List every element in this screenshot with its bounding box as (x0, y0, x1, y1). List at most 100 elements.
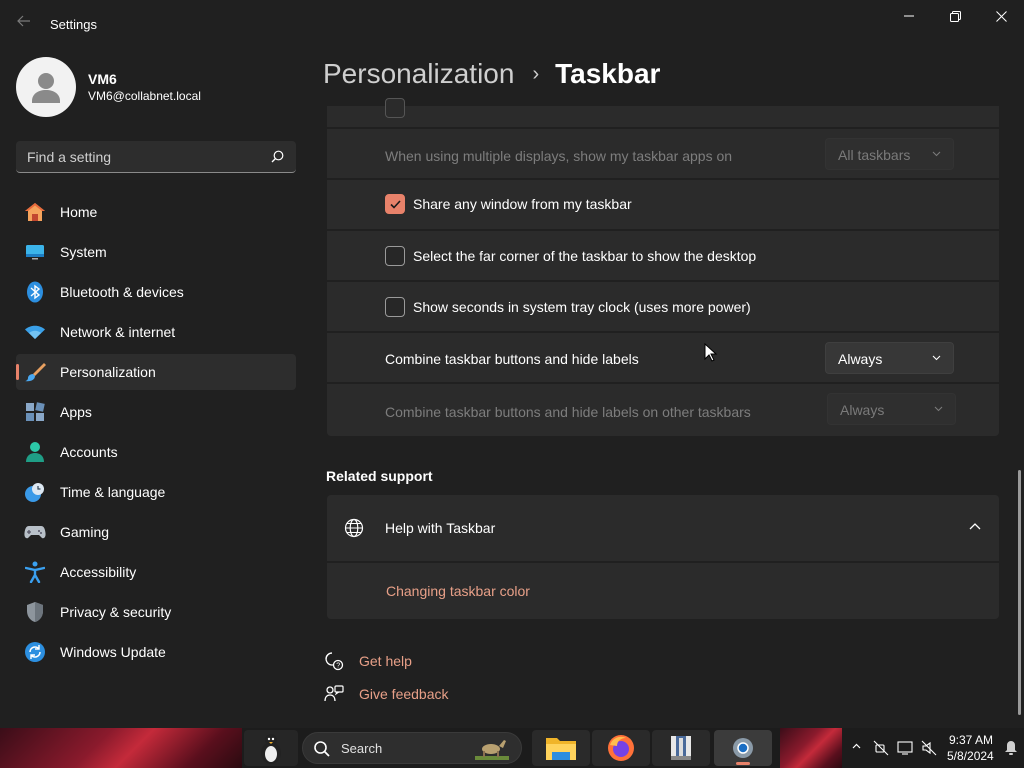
network-icon (24, 321, 46, 343)
taskbar-search-box[interactable]: Search (302, 732, 522, 764)
sidebar-item-label: Accounts (60, 444, 118, 460)
help-with-taskbar-body: Changing taskbar color (327, 563, 999, 619)
taskbar: Search 9:37 AM 5/8/2024 (0, 728, 1024, 768)
get-help-icon: ? (324, 651, 344, 671)
search-input[interactable] (16, 141, 256, 172)
tray-time: 9:37 AM (948, 733, 993, 747)
help-with-taskbar-header[interactable]: Help with Taskbar (327, 495, 999, 561)
tray-date: 5/8/2024 (947, 749, 994, 763)
sidebar-item-label: Home (60, 204, 98, 220)
sidebar-item-home[interactable]: Home (16, 194, 296, 230)
close-icon (995, 10, 1007, 22)
mouse-pointer-icon (704, 343, 718, 362)
avatar (16, 57, 76, 117)
sidebar-item-label: Windows Update (60, 644, 166, 660)
taskbar-settings-app[interactable] (714, 730, 772, 766)
sidebar-item-accounts[interactable]: Accounts (16, 434, 296, 470)
scrollbar-thumb[interactable] (1018, 470, 1021, 715)
get-help-label: Get help (359, 653, 412, 669)
multi-display-dropdown[interactable]: All taskbars (825, 138, 954, 170)
sidebar-item-personalization[interactable]: Personalization (16, 354, 296, 390)
share-window-row: Share any window from my taskbar (327, 180, 999, 229)
restore-icon (949, 10, 961, 22)
search-icon[interactable] (271, 150, 284, 163)
give-feedback-link[interactable]: Give feedback (324, 683, 449, 705)
taskbar-archive-app[interactable] (652, 730, 710, 766)
combine-value: Always (838, 351, 883, 367)
give-feedback-label: Give feedback (359, 686, 449, 702)
combine-other-label: Combine taskbar buttons and hide labels … (385, 404, 751, 420)
show-seconds-checkbox[interactable] (385, 297, 405, 317)
speaker-muted-icon[interactable] (921, 740, 937, 756)
sidebar-item-system[interactable]: System (16, 234, 296, 270)
wallpaper-strip-left (0, 728, 242, 768)
user-profile[interactable]: VM6 VM6@collabnet.local (16, 57, 201, 117)
network-status-icon[interactable] (873, 740, 889, 756)
help-links: ? Get help Give feedback (324, 650, 449, 716)
tray-clock[interactable]: 9:37 AM 5/8/2024 (947, 732, 994, 764)
sidebar-item-privacy-security[interactable]: Privacy & security (16, 594, 296, 630)
accounts-icon (24, 441, 46, 463)
chevron-down-icon (932, 355, 941, 361)
profile-email: VM6@collabnet.local (88, 89, 201, 103)
archive-icon (671, 736, 691, 760)
combine-other-dropdown[interactable]: Always (827, 393, 956, 425)
get-help-link[interactable]: ? Get help (324, 650, 449, 672)
sidebar-item-bluetooth[interactable]: Bluetooth & devices (16, 274, 296, 310)
minimize-button[interactable] (886, 0, 932, 32)
back-arrow-icon[interactable] (12, 12, 36, 36)
chevron-up-icon[interactable] (969, 523, 981, 530)
sidebar-item-time-language[interactable]: Time & language (16, 474, 296, 510)
donkey-icon (475, 740, 509, 760)
sidebar-item-network[interactable]: Network & internet (16, 314, 296, 350)
combine-dropdown[interactable]: Always (825, 342, 954, 374)
accessibility-icon (24, 561, 46, 583)
taskbar-firefox[interactable] (592, 730, 650, 766)
sidebar-item-gaming[interactable]: Gaming (16, 514, 296, 550)
breadcrumb-parent[interactable]: Personalization (323, 58, 514, 90)
sidebar-item-apps[interactable]: Apps (16, 394, 296, 430)
far-corner-checkbox[interactable] (385, 246, 405, 266)
sidebar-item-accessibility[interactable]: Accessibility (16, 554, 296, 590)
share-window-label: Share any window from my taskbar (413, 196, 632, 212)
combine-label: Combine taskbar buttons and hide labels (385, 351, 639, 367)
minimize-icon (904, 15, 914, 17)
sidebar-item-windows-update[interactable]: Windows Update (16, 634, 296, 670)
apps-icon (24, 401, 46, 423)
notification-bell-icon[interactable] (1004, 740, 1018, 756)
display-icon[interactable] (897, 740, 913, 756)
tray-overflow-icon[interactable] (852, 743, 861, 749)
bluetooth-icon (24, 281, 46, 303)
gamepad-icon (24, 521, 46, 543)
chevron-down-icon (934, 406, 943, 412)
restore-button[interactable] (932, 0, 978, 32)
taskbar-start-button[interactable] (244, 730, 298, 766)
app-title: Settings (50, 17, 97, 32)
show-seconds-label: Show seconds in system tray clock (uses … (413, 299, 751, 315)
related-support-heading: Related support (326, 468, 433, 484)
sidebar-item-label: System (60, 244, 107, 260)
far-corner-label: Select the far corner of the taskbar to … (413, 248, 757, 264)
multi-display-label: When using multiple displays, show my ta… (385, 148, 733, 164)
sidebar-item-label: Accessibility (60, 564, 137, 580)
combine-other-value: Always (840, 402, 885, 418)
taskbar-behaviors-list: When using multiple displays, show my ta… (327, 98, 999, 438)
page-title: Taskbar (555, 58, 661, 89)
show-seconds-row: Show seconds in system tray clock (uses … (327, 282, 999, 331)
svg-text:?: ? (336, 663, 340, 670)
shield-icon (24, 601, 46, 623)
breadcrumb: Personalization › Taskbar (323, 58, 660, 90)
share-window-checkbox[interactable] (385, 194, 405, 214)
give-feedback-icon (324, 684, 344, 704)
close-button[interactable] (978, 0, 1024, 32)
sidebar-item-label: Time & language (60, 484, 166, 500)
taskbar-search-label: Search (341, 741, 383, 756)
multi-display-value: All taskbars (838, 147, 911, 163)
wallpaper-strip-right (780, 728, 842, 768)
combine-row: Combine taskbar buttons and hide labels … (327, 333, 999, 382)
changing-taskbar-color-link[interactable]: Changing taskbar color (386, 583, 530, 599)
help-with-taskbar-card: Help with Taskbar Changing taskbar color (327, 495, 999, 619)
update-icon (24, 641, 46, 663)
sidebar-item-label: Apps (60, 404, 92, 420)
taskbar-file-explorer[interactable] (532, 730, 590, 766)
